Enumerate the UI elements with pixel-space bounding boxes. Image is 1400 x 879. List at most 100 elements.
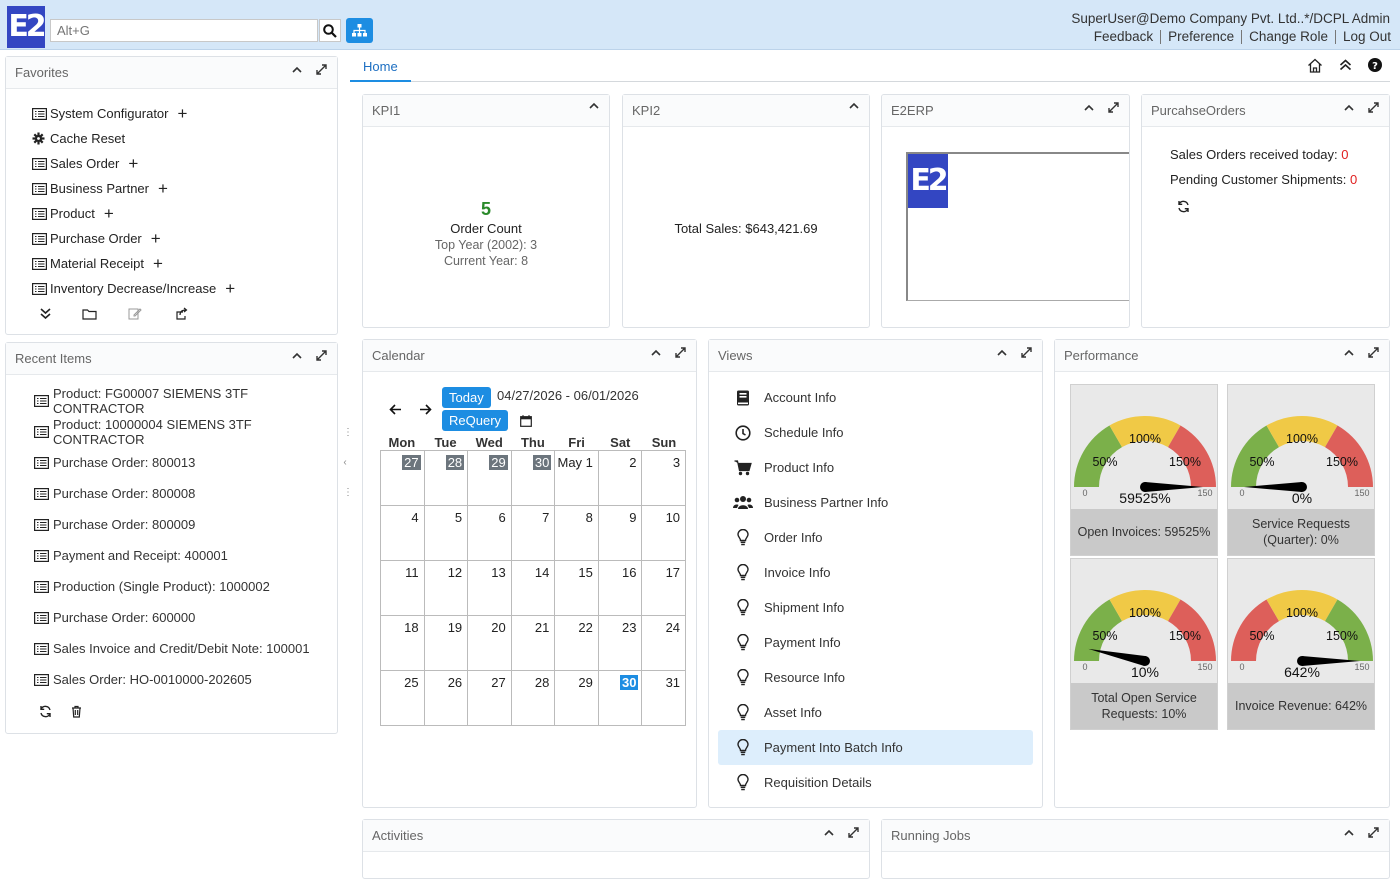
share-icon[interactable] — [173, 307, 188, 320]
calendar-day[interactable]: 26 — [424, 671, 469, 726]
calendar-day[interactable]: 6 — [468, 506, 512, 561]
recent-item-label[interactable]: Production (Single Product): 1000002 — [53, 579, 270, 594]
add-icon[interactable]: + — [104, 205, 114, 222]
view-item[interactable]: Asset Info — [718, 695, 1033, 730]
collapse-icon[interactable] — [1344, 829, 1354, 837]
recent-item-label[interactable]: Purchase Order: 600000 — [53, 610, 195, 625]
tab-home[interactable]: Home — [350, 54, 411, 82]
calendar-day[interactable]: 29 — [555, 671, 599, 726]
calendar-day[interactable]: 22 — [555, 616, 599, 671]
expand-icon[interactable] — [1108, 102, 1119, 113]
expand-icon[interactable] — [316, 64, 327, 75]
favorite-item[interactable]: Cache Reset — [32, 126, 337, 151]
collapse-icon[interactable] — [1344, 104, 1354, 112]
calendar-day[interactable]: 10 — [642, 506, 687, 561]
recent-item-label[interactable]: Purchase Order: 800013 — [53, 455, 195, 470]
calendar-day[interactable]: 20 — [468, 616, 512, 671]
favorite-item[interactable]: System Configurator + — [32, 101, 337, 126]
recent-item[interactable]: Purchase Order: 600000 — [6, 602, 337, 633]
recent-item[interactable]: Sales Order: HO-0010000-202605 — [6, 664, 337, 695]
app-logo[interactable]: E2 — [7, 6, 47, 48]
view-item[interactable]: Resource Info — [718, 660, 1033, 695]
favorite-item[interactable]: Business Partner + — [32, 176, 337, 201]
view-item[interactable]: Order Info — [718, 520, 1033, 555]
favorite-label[interactable]: Sales Order — [50, 156, 119, 171]
view-label[interactable]: Resource Info — [764, 670, 845, 685]
view-item[interactable]: Shipment Info — [718, 590, 1033, 625]
favorite-label[interactable]: Material Receipt — [50, 256, 144, 271]
view-item[interactable]: Account Info — [718, 380, 1033, 415]
favorite-label[interactable]: System Configurator — [50, 106, 169, 121]
recent-item[interactable]: Product: FG00007 SIEMENS 3TF CONTRACTOR — [6, 385, 337, 416]
trash-icon[interactable] — [71, 705, 82, 718]
preference-link[interactable]: Preference — [1160, 30, 1241, 44]
calendar-day[interactable]: 5 — [424, 506, 469, 561]
requery-button[interactable]: ReQuery — [442, 410, 509, 431]
recent-item-label[interactable]: Sales Order: HO-0010000-202605 — [53, 672, 252, 687]
calendar-day[interactable]: 13 — [468, 561, 512, 616]
recent-item[interactable]: Purchase Order: 800013 — [6, 447, 337, 478]
favorite-label[interactable]: Purchase Order — [50, 231, 142, 246]
change-role-link[interactable]: Change Role — [1241, 30, 1335, 44]
splitter-handle[interactable]: ⋮ ‹ ⋮ — [343, 428, 353, 498]
calendar-day[interactable]: 29 — [468, 451, 512, 506]
calendar-day[interactable]: 14 — [511, 561, 556, 616]
logout-link[interactable]: Log Out — [1334, 30, 1391, 44]
recent-item[interactable]: Purchase Order: 800008 — [6, 478, 337, 509]
view-label[interactable]: Invoice Info — [764, 565, 831, 580]
recent-item[interactable]: Purchase Order: 800009 — [6, 509, 337, 540]
calendar-day[interactable]: 21 — [511, 616, 556, 671]
collapse-icon[interactable] — [589, 102, 599, 110]
help-icon[interactable]: ? — [1368, 58, 1382, 72]
calendar-day[interactable]: 27 — [468, 671, 512, 726]
gauge-card[interactable]: 50% 100% 150% 0 150 642% Invoice Revenue: 642% — [1227, 558, 1375, 730]
calendar-day[interactable]: 12 — [424, 561, 469, 616]
calendar-day[interactable]: 24 — [642, 616, 687, 671]
favorite-item[interactable]: Purchase Order + — [32, 226, 337, 251]
arrow-left-icon[interactable] — [389, 404, 402, 415]
collapse-icon[interactable] — [997, 349, 1007, 357]
view-item[interactable]: Requisition Details — [718, 765, 1033, 800]
favorite-label[interactable]: Product — [50, 206, 95, 221]
calendar-day[interactable]: 17 — [642, 561, 687, 616]
view-label[interactable]: Payment Into Batch Info — [764, 740, 903, 755]
calendar-day[interactable]: 9 — [598, 506, 643, 561]
recent-item[interactable]: Production (Single Product): 1000002 — [6, 571, 337, 602]
view-label[interactable]: Schedule Info — [764, 425, 844, 440]
view-label[interactable]: Asset Info — [764, 705, 822, 720]
edit-icon[interactable] — [128, 307, 142, 320]
view-label[interactable]: Business Partner Info — [764, 495, 888, 510]
expand-icon[interactable] — [848, 827, 859, 838]
favorite-item[interactable]: Material Receipt + — [32, 251, 337, 276]
calendar-day[interactable]: 18 — [381, 616, 425, 671]
calendar-day[interactable]: 27 — [381, 451, 425, 506]
recent-item-label[interactable]: Product: 10000004 SIEMENS 3TF CONTRACTOR — [53, 417, 337, 447]
recent-item[interactable]: Payment and Receipt: 400001 — [6, 540, 337, 571]
favorite-label[interactable]: Business Partner — [50, 181, 149, 196]
collapse-icon[interactable] — [651, 349, 661, 357]
collapse-icon[interactable] — [1084, 104, 1094, 112]
calendar-day[interactable]: 30 — [511, 451, 556, 506]
calendar-day[interactable]: 16 — [598, 561, 643, 616]
gauge-card[interactable]: 50% 100% 150% 0 150 59525% Open Invoices: 5952… — [1070, 384, 1218, 556]
calendar-icon[interactable] — [520, 415, 532, 427]
search-input[interactable] — [50, 19, 318, 42]
recent-item-label[interactable]: Product: FG00007 SIEMENS 3TF CONTRACTOR — [53, 386, 337, 416]
add-icon[interactable]: + — [128, 155, 138, 172]
gauge-card[interactable]: 50% 100% 150% 0 150 0% Service Requests (Quart… — [1227, 384, 1375, 556]
calendar-day[interactable]: 30 — [598, 671, 643, 726]
calendar-day[interactable]: 25 — [381, 671, 425, 726]
favorite-item[interactable]: Sales Order + — [32, 151, 337, 176]
collapse-icon[interactable] — [849, 102, 859, 110]
calendar-day[interactable]: 31 — [642, 671, 687, 726]
calendar-day[interactable]: 3 — [642, 451, 687, 506]
gauge-card[interactable]: 50% 100% 150% 0 150 10% Total Open Service Req… — [1070, 558, 1218, 730]
collapse-icon[interactable] — [292, 66, 302, 74]
add-icon[interactable]: + — [151, 230, 161, 247]
view-label[interactable]: Requisition Details — [764, 775, 872, 790]
feedback-link[interactable]: Feedback — [1087, 30, 1160, 44]
view-label[interactable]: Order Info — [764, 530, 823, 545]
view-item[interactable]: Schedule Info — [718, 415, 1033, 450]
view-item[interactable]: Business Partner Info — [718, 485, 1033, 520]
refresh-icon[interactable] — [1177, 200, 1190, 213]
